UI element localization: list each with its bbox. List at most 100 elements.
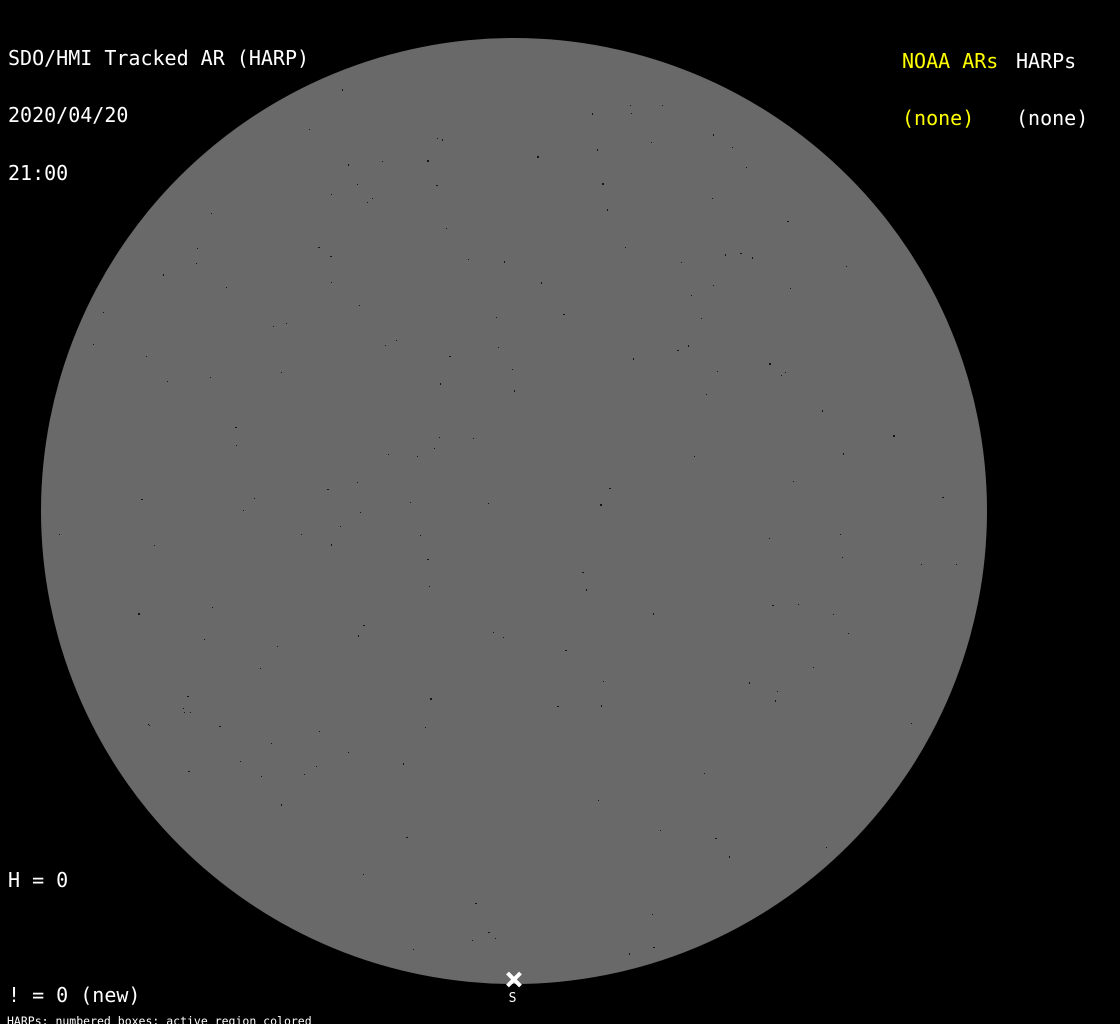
magnetic-speck [309, 129, 310, 130]
magnetic-speck [653, 613, 654, 615]
magnetic-speck [586, 589, 587, 591]
magnetic-speck [921, 564, 922, 565]
magnetic-speck [653, 947, 655, 948]
magnetic-speck [833, 614, 834, 615]
magnetic-speck [59, 534, 60, 535]
magnetic-speck [277, 646, 278, 647]
magnetic-speck [273, 326, 274, 327]
magnetic-speck [301, 534, 302, 535]
magnetic-speck [330, 256, 332, 257]
magnetic-speck [420, 535, 421, 536]
magnetic-speck [488, 503, 489, 504]
magnetic-speck [417, 456, 418, 457]
magnetic-speck [210, 377, 211, 378]
magnetic-speck [236, 445, 237, 446]
magnetic-speck [746, 167, 747, 168]
south-pole-cross-icon [506, 971, 522, 988]
magnetic-speck [319, 731, 320, 732]
magnetic-speck [717, 371, 718, 372]
magnetic-speck [911, 723, 912, 724]
harps-label: HARPs [1016, 48, 1077, 73]
magnetic-speck [798, 604, 799, 605]
footnote-harps: HARPs: numbered boxes; active region col… [7, 1014, 312, 1024]
magnetic-speck [359, 305, 360, 306]
magnetic-speck [677, 350, 679, 351]
magnetic-speck [503, 637, 504, 638]
magnetic-speck [681, 262, 682, 263]
magnetic-speck [725, 254, 726, 256]
magnetic-speck [260, 668, 261, 669]
magnetic-speck [597, 149, 598, 151]
magnetic-speck [197, 248, 198, 249]
magnetic-speck [148, 724, 149, 725]
magnetic-speck [956, 564, 957, 565]
magnetic-speck [372, 198, 373, 199]
magnetic-speck [496, 317, 497, 318]
magnetic-speck [785, 372, 786, 373]
header: SDO/HMI Tracked AR (HARP) 2020/04/20 21:… [8, 10, 309, 222]
magnetic-speck [154, 545, 155, 546]
magnetic-speck [439, 437, 440, 438]
magnetic-speck [769, 363, 771, 365]
legend-h-count: H = 0 [8, 867, 69, 892]
magnetic-speck [772, 605, 774, 606]
magnetic-speck [713, 134, 714, 136]
magnetic-speck [688, 345, 689, 347]
magnetic-speck [769, 538, 770, 539]
magnetic-speck [342, 89, 343, 91]
footnotes: HARPs: numbered boxes; active region col… [7, 991, 409, 1024]
magnetic-speck [190, 712, 191, 713]
magnetic-speck [226, 287, 227, 288]
observation-time: 21:00 [8, 161, 69, 186]
magnetic-speck [732, 147, 733, 148]
magnetic-speck [715, 838, 717, 839]
magnetic-speck [141, 499, 143, 500]
magnetic-speck [331, 544, 332, 546]
magnetic-speck [316, 766, 317, 767]
magnetic-speck [235, 427, 237, 428]
magnetic-speck [146, 356, 147, 357]
magnetic-speck [360, 512, 361, 513]
magnetic-speck [243, 510, 244, 511]
magnetic-speck [410, 502, 411, 503]
magnetic-speck [600, 504, 602, 506]
magnetic-speck [777, 691, 778, 692]
harps-value: (none) [1016, 106, 1089, 131]
magnetic-speck [793, 481, 794, 482]
magnetic-speck [631, 113, 632, 114]
magnetic-speck [271, 743, 272, 744]
magnetic-speck [212, 607, 213, 608]
magnetic-speck [468, 259, 469, 260]
magnetic-speck [437, 138, 438, 139]
magnetic-speck [184, 712, 185, 713]
magnetic-speck [893, 435, 895, 437]
magnetic-speck [367, 202, 368, 203]
magnetic-speck [602, 183, 604, 185]
magnetic-speck [331, 282, 332, 283]
magnetic-speck [261, 776, 262, 777]
magnetic-speck [704, 773, 705, 774]
magnetic-speck [240, 761, 241, 762]
magnetic-speck [440, 383, 441, 385]
magnetic-speck [633, 358, 634, 360]
magnetic-speck [662, 105, 663, 106]
magnetic-speck [603, 681, 604, 682]
magnetic-speck [430, 698, 432, 700]
magnetic-speck [304, 774, 305, 775]
magnetic-speck [406, 837, 408, 838]
magnetic-speck [93, 344, 94, 345]
magnetic-speck [188, 771, 190, 772]
magnetic-speck [163, 274, 164, 276]
observation-date: 2020/04/20 [8, 103, 129, 128]
magnetic-speck [752, 257, 753, 259]
magnetic-speck [327, 489, 329, 490]
noaa-ars-counter: NOAA ARs (none) [902, 13, 998, 167]
magnetic-speck [942, 497, 944, 498]
magnetic-speck [787, 221, 789, 222]
magnetic-speck [749, 682, 750, 684]
magnetic-speck [436, 185, 438, 186]
magnetic-speck [607, 209, 608, 211]
magnetic-speck [694, 456, 695, 457]
magnetic-speck [472, 940, 473, 941]
magnetic-speck [495, 938, 496, 939]
